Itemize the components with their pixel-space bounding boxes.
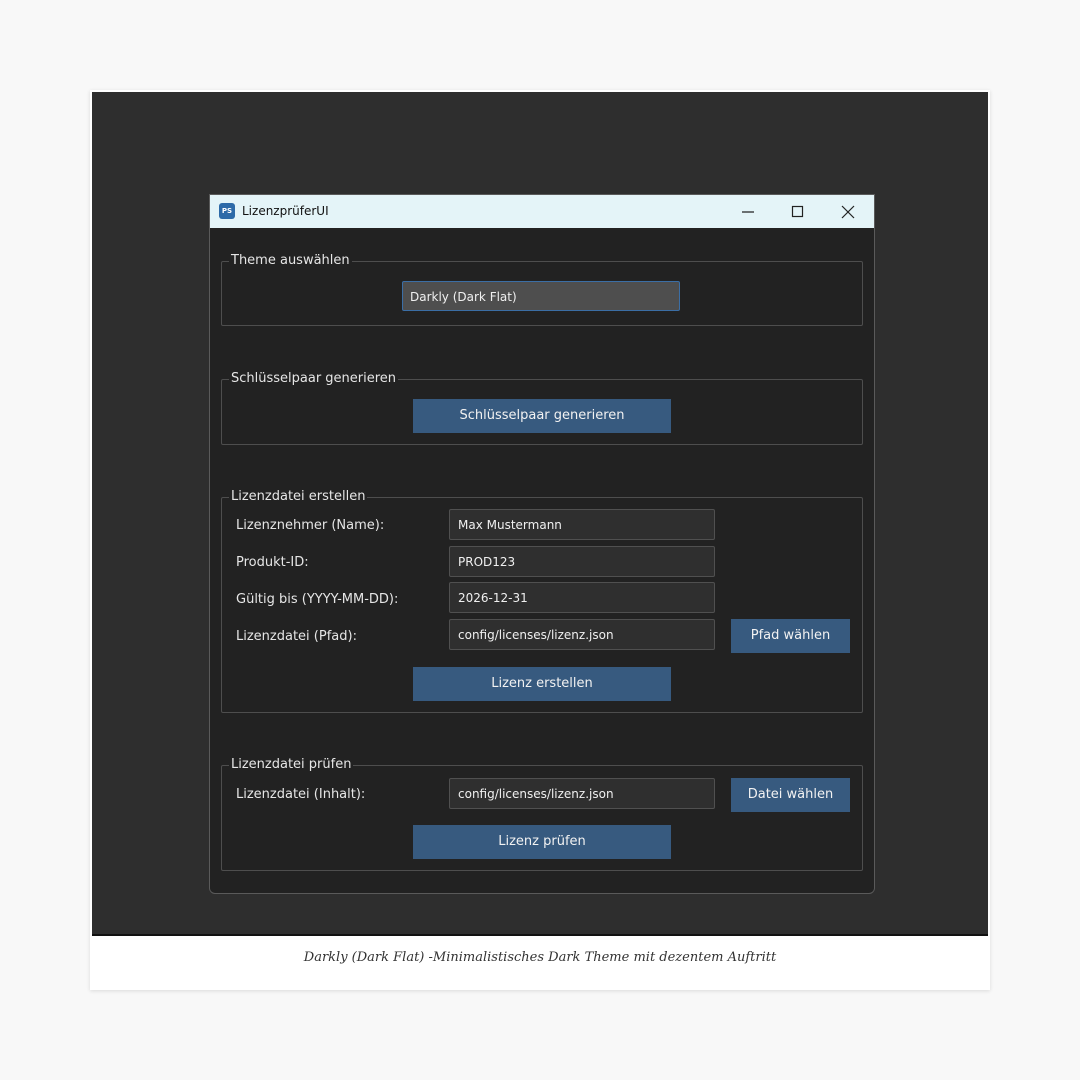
license-content-input[interactable]: config/licenses/lizenz.json bbox=[449, 778, 715, 809]
product-id-input[interactable]: PROD123 bbox=[449, 546, 715, 577]
theme-group: Theme auswählen Darkly (Dark Flat) bbox=[221, 253, 863, 326]
create-license-group-label: Lizenzdatei erstellen bbox=[229, 489, 368, 505]
theme-group-label: Theme auswählen bbox=[229, 253, 352, 269]
check-license-button[interactable]: Lizenz prüfen bbox=[413, 825, 671, 859]
check-license-group-label: Lizenzdatei prüfen bbox=[229, 757, 354, 773]
title-bar[interactable]: PS LizenzprüferUI bbox=[210, 195, 874, 228]
screenshot-stage: PS LizenzprüferUI Theme auswählen Darkly… bbox=[92, 92, 988, 936]
create-license-button[interactable]: Lizenz erstellen bbox=[413, 667, 671, 701]
maximize-button[interactable] bbox=[774, 195, 822, 228]
choose-path-button[interactable]: Pfad wählen bbox=[731, 619, 850, 653]
minimize-icon bbox=[742, 211, 754, 213]
figure-caption: Darkly (Dark Flat) -Minimalistisches Dar… bbox=[303, 950, 777, 965]
valid-until-label: Gültig bis (YYYY-MM-DD): bbox=[236, 592, 399, 607]
licensee-input[interactable]: Max Mustermann bbox=[449, 509, 715, 540]
maximize-icon bbox=[791, 205, 804, 218]
product-id-label: Produkt-ID: bbox=[236, 555, 309, 570]
license-path-label: Lizenzdatei (Pfad): bbox=[236, 629, 357, 644]
license-content-label: Lizenzdatei (Inhalt): bbox=[236, 787, 366, 802]
minimize-button[interactable] bbox=[724, 195, 772, 228]
app-window: PS LizenzprüferUI Theme auswählen Darkly… bbox=[209, 194, 875, 894]
licensee-label: Lizenznehmer (Name): bbox=[236, 518, 385, 533]
window-title: LizenzprüferUI bbox=[242, 204, 329, 218]
screenshot-card: PS LizenzprüferUI Theme auswählen Darkly… bbox=[90, 90, 990, 990]
valid-until-input[interactable]: 2026-12-31 bbox=[449, 582, 715, 613]
choose-file-button[interactable]: Datei wählen bbox=[731, 778, 850, 812]
keypair-group-label: Schlüsselpaar generieren bbox=[229, 371, 399, 387]
check-license-group: Lizenzdatei prüfen Lizenzdatei (Inhalt):… bbox=[221, 757, 863, 871]
close-icon bbox=[841, 205, 855, 219]
generate-keypair-button[interactable]: Schlüsselpaar generieren bbox=[413, 399, 671, 433]
license-path-input[interactable]: config/licenses/lizenz.json bbox=[449, 619, 715, 650]
keypair-group: Schlüsselpaar generieren Schlüsselpaar g… bbox=[221, 371, 863, 445]
close-button[interactable] bbox=[824, 195, 872, 228]
theme-select[interactable]: Darkly (Dark Flat) bbox=[402, 281, 680, 311]
app-icon: PS bbox=[219, 203, 235, 219]
create-license-group: Lizenzdatei erstellen Lizenznehmer (Name… bbox=[221, 489, 863, 713]
